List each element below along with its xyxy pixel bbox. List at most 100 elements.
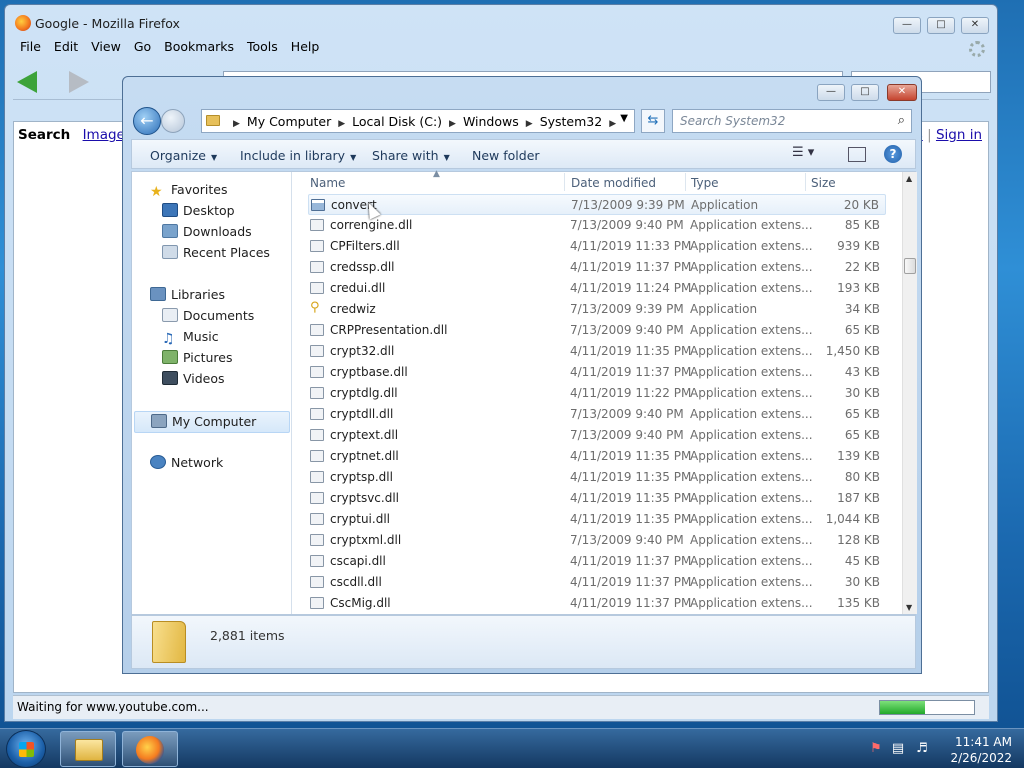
file-row[interactable]: crypt32.dll 4/11/2019 11:35 PM Application… (308, 341, 886, 362)
file-row[interactable]: cryptsp.dll 4/11/2019 11:35 PM Application… (308, 467, 886, 488)
column-header-date[interactable]: Date modified (571, 176, 656, 194)
menu-help[interactable]: Help (291, 39, 320, 54)
breadcrumb-my-computer[interactable]: My Computer (247, 114, 331, 129)
explorer-close-button[interactable]: ✕ (887, 84, 917, 101)
file-row[interactable]: credssp.dll 4/11/2019 11:37 PM Application… (308, 257, 886, 278)
file-row[interactable]: credui.dll 4/11/2019 11:24 PM Application … (308, 278, 886, 299)
dll-icon (310, 408, 324, 420)
clock-date[interactable]: 2/26/2022 (932, 751, 1012, 765)
column-divider[interactable] (805, 173, 806, 191)
file-row[interactable]: cscdll.dll 4/11/2019 11:37 PM Application … (308, 572, 886, 593)
breadcrumb-system32[interactable]: System32 (540, 114, 603, 129)
back-arrow-icon[interactable] (17, 71, 37, 93)
chevron-down-icon: ▼ (443, 153, 450, 162)
nav-network[interactable]: Network (150, 455, 223, 476)
file-row[interactable]: convert 7/13/2009 9:39 PM Application 20 KB (308, 194, 886, 215)
taskbar-firefox-button[interactable] (122, 731, 178, 767)
nav-libraries[interactable]: Libraries (150, 287, 225, 308)
file-row[interactable]: CRPPresentation.dll 7/13/2009 9:40 PM Appl… (308, 320, 886, 341)
close-button[interactable]: ✕ (961, 17, 989, 34)
preview-pane-icon[interactable] (848, 147, 866, 162)
nav-recent-places[interactable]: Recent Places (162, 245, 270, 266)
breadcrumb-separator-icon[interactable]: ▶ (338, 119, 345, 129)
menu-edit[interactable]: Edit (54, 39, 78, 54)
explorer-forward-button[interactable] (161, 109, 185, 133)
column-header-name[interactable]: Name (310, 176, 345, 194)
taskbar-explorer-button[interactable] (60, 731, 116, 767)
clock-time[interactable]: 11:41 AM (932, 735, 1012, 749)
nav-documents[interactable]: Documents (162, 308, 254, 329)
refresh-button[interactable]: ⇆ (641, 109, 665, 133)
file-row[interactable]: cryptdll.dll 7/13/2009 9:40 PM Application… (308, 404, 886, 425)
action-center-icon[interactable]: ⚑ (868, 741, 884, 757)
firefox-titlebar[interactable]: Google - Mozilla Firefox — □ ✕ (13, 9, 989, 35)
dll-icon (310, 576, 324, 588)
search-input[interactable]: Search System32 ⌕ (672, 109, 912, 133)
nav-videos[interactable]: Videos (162, 371, 225, 392)
maximize-button[interactable]: □ (927, 17, 955, 34)
menu-view[interactable]: View (91, 39, 121, 54)
nav-my-computer[interactable]: My Computer (134, 411, 290, 433)
nav-downloads[interactable]: Downloads (162, 224, 252, 245)
column-header-type[interactable]: Type (691, 176, 719, 194)
explorer-back-button[interactable]: ← (133, 107, 161, 135)
view-options-icon[interactable]: ☰ ▾ (792, 145, 814, 163)
key-icon: ⚲ (310, 300, 320, 315)
file-row[interactable]: cryptxml.dll 7/13/2009 9:40 PM Application… (308, 530, 886, 551)
file-row[interactable]: cryptnet.dll 4/11/2019 11:35 PM Applicatio… (308, 446, 886, 467)
address-bar[interactable]: ▶ My Computer ▶ Local Disk (C:) ▶ Windows ▶ Sys… (201, 109, 635, 133)
include-in-library-button[interactable]: Include in library ▼ (240, 148, 356, 163)
volume-icon[interactable]: ♬ (914, 741, 930, 757)
organize-button[interactable]: Organize ▼ (150, 148, 217, 163)
address-dropdown-icon[interactable]: ▼ (620, 113, 628, 124)
menu-file[interactable]: File (20, 39, 41, 54)
breadcrumb-local-disk[interactable]: Local Disk (C:) (352, 114, 442, 129)
menu-bookmarks[interactable]: Bookmarks (164, 39, 234, 54)
start-button[interactable] (6, 730, 46, 768)
scroll-thumb[interactable] (904, 258, 916, 274)
file-row[interactable]: cscapi.dll 4/11/2019 11:37 PM Application … (308, 551, 886, 572)
nav-favorites[interactable]: ★ Favorites (150, 182, 227, 203)
file-row[interactable]: cryptbase.dll 4/11/2019 11:37 PM Applicati… (308, 362, 886, 383)
network-tray-icon[interactable]: ▤ (890, 741, 906, 757)
forward-arrow-icon[interactable] (69, 71, 89, 93)
file-row[interactable]: cryptui.dll 4/11/2019 11:35 PM Application… (308, 509, 886, 530)
dll-icon (310, 534, 324, 546)
dll-icon (310, 513, 324, 525)
file-name: cryptbase.dll (330, 365, 408, 379)
explorer-minimize-button[interactable]: — (817, 84, 845, 101)
column-divider[interactable] (564, 173, 565, 191)
breadcrumb-separator-icon[interactable]: ▶ (526, 119, 533, 129)
column-header-size[interactable]: Size (811, 176, 836, 194)
scroll-down-icon[interactable]: ▼ (906, 603, 912, 612)
file-date-modified: 4/11/2019 11:33 PM (570, 239, 692, 253)
file-row[interactable]: cryptdlg.dll 4/11/2019 11:22 PM Applicatio… (308, 383, 886, 404)
help-icon[interactable]: ? (884, 145, 902, 163)
nav-pictures[interactable]: Pictures (162, 350, 233, 371)
new-folder-button[interactable]: New folder (472, 148, 540, 163)
file-row[interactable]: CscMig.dll 4/11/2019 11:37 PM Application … (308, 593, 886, 614)
scroll-up-icon[interactable]: ▲ (906, 174, 912, 183)
file-row[interactable]: correngine.dll 7/13/2009 9:40 PM Applicati… (308, 215, 886, 236)
google-sign-in-link[interactable]: Sign in (936, 127, 982, 143)
share-with-button[interactable]: Share with ▼ (372, 148, 450, 163)
column-divider[interactable] (685, 173, 686, 191)
breadcrumb-windows[interactable]: Windows (463, 114, 519, 129)
vertical-scrollbar[interactable]: ▲ ▼ (902, 172, 917, 614)
file-date-modified: 7/13/2009 9:40 PM (570, 218, 684, 232)
nav-music[interactable]: ♫ Music (162, 329, 219, 350)
minimize-button[interactable]: — (893, 17, 921, 34)
file-row[interactable]: CPFilters.dll 4/11/2019 11:33 PM Applicati… (308, 236, 886, 257)
menu-go[interactable]: Go (134, 39, 151, 54)
menu-tools[interactable]: Tools (247, 39, 278, 54)
search-icon[interactable]: ⌕ (898, 113, 905, 128)
explorer-maximize-button[interactable]: □ (851, 84, 879, 101)
file-row[interactable]: ⚲ credwiz 7/13/2009 9:39 PM Application 34 K… (308, 299, 886, 320)
breadcrumb-separator-icon[interactable]: ▶ (233, 119, 240, 129)
nav-desktop[interactable]: Desktop (162, 203, 235, 224)
breadcrumb-separator-icon[interactable]: ▶ (449, 119, 456, 129)
file-row[interactable]: cryptext.dll 7/13/2009 9:40 PM Application… (308, 425, 886, 446)
file-row[interactable]: cryptsvc.dll 4/11/2019 11:35 PM Applicatio… (308, 488, 886, 509)
breadcrumb-separator-icon[interactable]: ▶ (609, 119, 616, 129)
chevron-down-icon: ▼ (350, 153, 357, 162)
